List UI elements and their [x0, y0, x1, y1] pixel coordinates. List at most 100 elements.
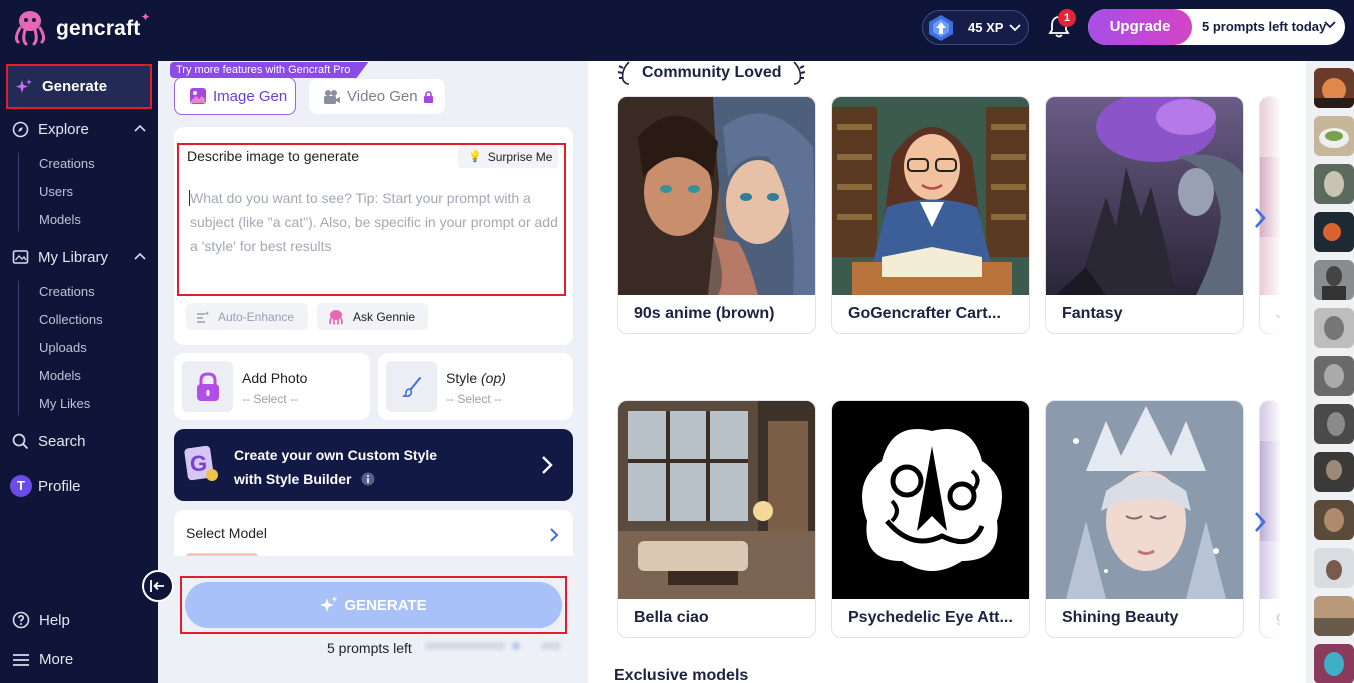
- blurred-dot: [512, 642, 521, 650]
- chevron-up-icon: [134, 124, 146, 132]
- recent-image: [1323, 223, 1341, 241]
- gennie-octopus-icon: [329, 309, 343, 325]
- generate-button[interactable]: GENERATE: [185, 582, 562, 628]
- top-bar: gencraft ✦ 45 XP 1 Upgrade 5 prompts lef…: [0, 0, 1354, 61]
- sidebar-item-search[interactable]: Search: [12, 433, 148, 450]
- lock-icon: [423, 90, 433, 103]
- recent-thumb[interactable]: [1314, 68, 1354, 108]
- recent-image: [1326, 460, 1342, 480]
- lock-icon: [196, 371, 219, 401]
- tab-label: Image Gen: [213, 87, 288, 105]
- recent-thumb[interactable]: [1314, 308, 1354, 348]
- style-card-shining-beauty[interactable]: Shining Beauty: [1045, 400, 1244, 638]
- ask-gennie-button[interactable]: Ask Gennie: [317, 303, 428, 330]
- sidebar-subitem-explore-users[interactable]: Users: [39, 184, 73, 199]
- xp-pill[interactable]: 45 XP: [922, 10, 1029, 45]
- recent-thumb[interactable]: [1314, 404, 1354, 444]
- recent-image: [1326, 560, 1342, 580]
- carousel-next-icon[interactable]: [1253, 207, 1267, 229]
- sidebar-item-explore[interactable]: Explore: [12, 121, 148, 138]
- sidebar-item-label: More: [39, 651, 74, 668]
- prompt-placeholder: What do you want to see? Tip: Start your…: [190, 190, 558, 254]
- sidebar-item-generate[interactable]: Generate: [6, 64, 152, 109]
- recent-thumb[interactable]: [1314, 548, 1354, 588]
- blurred-bar: [541, 642, 562, 650]
- carousel-next-icon[interactable]: [1253, 511, 1267, 533]
- style-title: Style (op): [446, 370, 506, 386]
- style-builder-line2-row: with Style Builder: [234, 467, 437, 491]
- help-icon: [12, 611, 30, 629]
- psychedelic-eye-image: [832, 401, 1029, 599]
- style-card-psychedelic-eye[interactable]: Psychedelic Eye Att...: [831, 400, 1030, 638]
- style-card-90s-anime[interactable]: 90s anime (brown): [617, 96, 816, 334]
- tab-video-gen[interactable]: Video Gen: [309, 79, 445, 114]
- collapse-sidebar-button[interactable]: [142, 570, 174, 602]
- recent-thumb[interactable]: [1314, 644, 1354, 683]
- recent-thumb[interactable]: [1314, 164, 1354, 204]
- fantasy-elf-image: [1046, 97, 1243, 295]
- button-label: Auto-Enhance: [218, 309, 295, 324]
- logo[interactable]: gencraft ✦: [10, 8, 157, 46]
- sidebar: Generate Explore Creations Users Models …: [0, 61, 158, 683]
- recent-image: [1314, 78, 1354, 108]
- pro-ribbon[interactable]: Try more features with Gencraft Pro: [170, 62, 369, 78]
- auto-enhance-button[interactable]: Auto-Enhance: [186, 303, 308, 330]
- recent-thumb[interactable]: [1314, 500, 1354, 540]
- octopus-logo-icon: [14, 11, 46, 46]
- search-icon: [12, 433, 29, 450]
- style-builder-banner[interactable]: G Create your own Custom Style with Styl…: [174, 429, 573, 501]
- sidebar-subitem-explore-creations[interactable]: Creations: [39, 156, 95, 171]
- sidebar-subitem-library-likes[interactable]: My Likes: [39, 396, 90, 411]
- recent-image: [1324, 316, 1344, 340]
- recent-thumb[interactable]: [1314, 452, 1354, 492]
- style-card-gogencrafter-cartoon[interactable]: GoGencrafter Cart...: [831, 96, 1030, 334]
- blurred-hint: [425, 641, 565, 655]
- sidebar-subitem-library-uploads[interactable]: Uploads: [39, 340, 87, 355]
- upgrade-button[interactable]: Upgrade: [1088, 9, 1192, 45]
- anime-couple-image: [618, 97, 815, 295]
- surprise-me-button[interactable]: 💡 Surprise Me: [458, 145, 558, 168]
- style-card[interactable]: Style (op) -- Select --: [378, 353, 573, 420]
- sidebar-item-label: Generate: [42, 78, 108, 95]
- recent-thumb[interactable]: [1314, 116, 1354, 156]
- info-icon[interactable]: [361, 472, 375, 486]
- sidebar-subitem-library-models[interactable]: Models: [39, 368, 81, 383]
- style-builder-text: Create your own Custom Style with Style …: [234, 443, 437, 491]
- button-label: GENERATE: [344, 596, 427, 614]
- sidebar-subitem-explore-models[interactable]: Models: [39, 212, 81, 227]
- recent-image: [1327, 412, 1345, 436]
- recent-image: [1322, 266, 1346, 300]
- sidebar-item-help[interactable]: Help: [12, 611, 148, 629]
- tree-line: [18, 281, 19, 415]
- sidebar-subitem-library-creations[interactable]: Creations: [39, 284, 95, 299]
- blurred-bar: [425, 642, 505, 650]
- notification-badge: 1: [1058, 9, 1076, 27]
- brush-icon: [401, 376, 421, 397]
- recent-image: [1324, 364, 1344, 388]
- recent-thumb[interactable]: [1314, 212, 1354, 252]
- add-photo-card[interactable]: Add Photo -- Select --: [174, 353, 370, 420]
- recent-thumb[interactable]: [1314, 260, 1354, 300]
- sparkles-icon: [16, 78, 32, 93]
- sidebar-item-profile[interactable]: T Profile: [10, 475, 146, 497]
- sidebar-subitem-library-collections[interactable]: Collections: [39, 312, 103, 327]
- style-tile: [386, 361, 437, 412]
- recent-image: [1324, 171, 1344, 197]
- prompt-input-box[interactable]: Describe image to generate 💡 Surprise Me…: [177, 143, 566, 296]
- style-builder-icon: G: [184, 445, 218, 481]
- prompts-left-dropdown[interactable]: 5 prompts left today: [1202, 9, 1326, 45]
- menu-icon: [13, 653, 29, 666]
- tab-image-gen[interactable]: Image Gen: [174, 77, 296, 115]
- sidebar-item-my-library[interactable]: My Library: [12, 249, 148, 266]
- sidebar-item-more[interactable]: More: [12, 651, 148, 668]
- select-model-card[interactable]: Select Model: [174, 510, 573, 560]
- style-card-bella-ciao[interactable]: Bella ciao: [617, 400, 816, 638]
- avatar: T: [10, 475, 32, 497]
- style-caption: Bella ciao: [634, 609, 709, 626]
- chevron-down-icon: [1324, 21, 1336, 29]
- style-card-fantasy[interactable]: Fantasy: [1045, 96, 1244, 334]
- recent-thumb[interactable]: [1314, 596, 1354, 636]
- recent-thumb[interactable]: [1314, 356, 1354, 396]
- logo-text: gencraft: [56, 17, 141, 40]
- laurel-left-icon: [618, 61, 630, 85]
